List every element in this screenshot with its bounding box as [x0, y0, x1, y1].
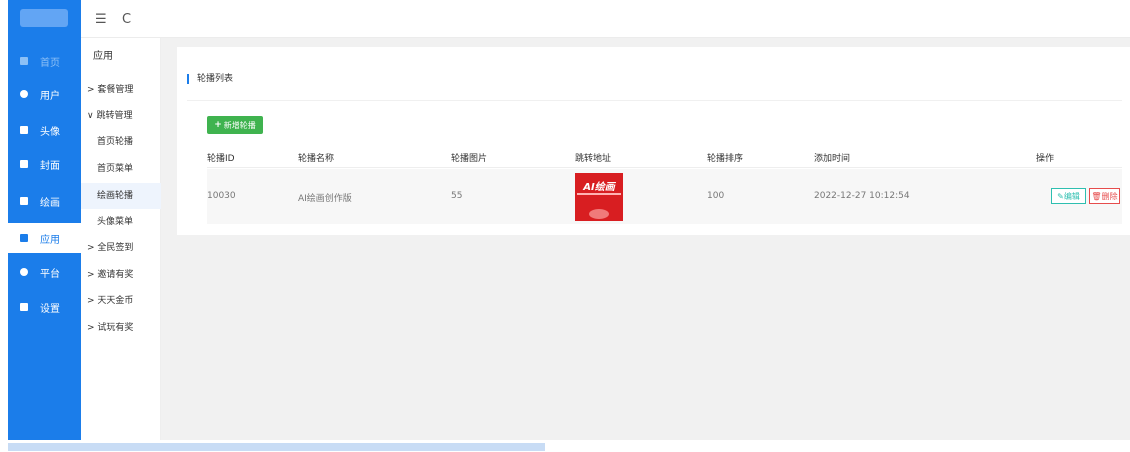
sidebar-item-apps[interactable]: 应用 — [8, 223, 81, 253]
paint-icon — [20, 197, 28, 205]
cell-image: 55 — [451, 191, 463, 201]
column-header-image: 轮播图片 — [451, 154, 488, 164]
trash-icon: 🗑 — [1091, 191, 1102, 201]
settings-icon — [20, 303, 28, 311]
delete-button[interactable]: 🗑 删除 — [1089, 188, 1120, 204]
sidebar-item-settings[interactable]: 设置 — [8, 292, 81, 322]
cover-icon — [20, 160, 28, 168]
cell-name: AI绘画创作版 — [298, 194, 352, 204]
sidebar-item-label: 平台 — [40, 268, 60, 280]
panel-title: 轮播列表 — [187, 74, 233, 84]
app-icon — [20, 234, 28, 242]
add-carousel-button[interactable]: + 新增轮播 — [207, 116, 263, 134]
cell-id: 10030 — [207, 191, 236, 201]
submenu-item-trial[interactable]: > 试玩有奖 — [81, 315, 161, 341]
submenu-item-coins[interactable]: > 天天金币 — [81, 288, 161, 314]
sidebar-item-label: 应用 — [40, 234, 60, 246]
sidebar-item-users[interactable]: 用户 — [8, 79, 81, 109]
column-header-name: 轮播名称 — [298, 154, 335, 164]
column-header-link: 跳转地址 — [575, 154, 612, 164]
column-header-id: 轮播ID — [207, 154, 235, 164]
sidebar-item-label: 设置 — [40, 303, 60, 315]
sidebar-item-label: 用户 — [40, 90, 60, 102]
add-carousel-label: 新增轮播 — [223, 120, 256, 130]
submenu-item-paint-carousel[interactable]: 绘画轮播 — [81, 183, 161, 209]
cell-time: 2022-12-27 10:12:54 — [814, 191, 910, 201]
column-header-time: 添加时间 — [814, 154, 851, 164]
sidebar-item-label: 头像 — [40, 126, 60, 138]
carousel-panel: 轮播列表 + 新增轮播 轮播ID 轮播名称 轮播图片 跳转地址 轮播排序 添加时… — [177, 47, 1130, 235]
submenu-item-avatar-menu[interactable]: 头像菜单 — [81, 209, 161, 235]
sidebar-item-avatar[interactable]: 头像 — [8, 115, 81, 145]
sidebar-item-paint[interactable]: 绘画 — [8, 186, 81, 216]
top-header: ☰ C — [81, 0, 1130, 38]
submenu-item-redirect[interactable]: ∨ 跳转管理 — [81, 103, 161, 129]
column-header-sort: 轮播排序 — [707, 154, 744, 164]
content-area: 轮播列表 + 新增轮播 轮播ID 轮播名称 轮播图片 跳转地址 轮播排序 添加时… — [161, 38, 1130, 440]
submenu-item-checkin[interactable]: > 全民签到 — [81, 235, 161, 261]
sidebar-item-platform[interactable]: 平台 — [8, 257, 81, 287]
sidebar-item-label: 绘画 — [40, 197, 60, 209]
edit-label: 编辑 — [1063, 191, 1080, 201]
submenu-title: 应用 — [93, 51, 113, 62]
app-logo — [20, 9, 68, 27]
submenu-item-home-menu[interactable]: 首页菜单 — [81, 156, 161, 182]
dashboard-icon — [20, 57, 28, 65]
sidebar-item-label: 首页 — [40, 57, 60, 69]
submenu-item-invite[interactable]: > 邀请有奖 — [81, 262, 161, 288]
table-row: 10030 AI绘画创作版 55 AI绘画 100 2022-12-27 10:… — [207, 169, 1122, 224]
main-sidebar: 首页 用户 头像 封面 绘画 应用 平台 设置 — [8, 0, 81, 440]
sub-menu: 应用 > 套餐管理 ∨ 跳转管理 首页轮播 首页菜单 绘画轮播 头像菜单 > 全… — [81, 38, 161, 440]
plus-icon: + — [214, 120, 222, 130]
submenu-item-packages[interactable]: > 套餐管理 — [81, 77, 161, 103]
user-icon — [20, 90, 28, 98]
submenu-item-home-carousel[interactable]: 首页轮播 — [81, 129, 161, 155]
sidebar-item-home[interactable]: 首页 — [8, 46, 81, 76]
table-header: 轮播ID 轮播名称 轮播图片 跳转地址 轮播排序 添加时间 操作 — [207, 144, 1122, 168]
platform-icon — [20, 268, 28, 276]
sidebar-item-cover[interactable]: 封面 — [8, 149, 81, 179]
panel-divider — [187, 100, 1122, 101]
thumbnail-subtitle-line — [577, 193, 621, 195]
delete-label: 删除 — [1101, 191, 1118, 201]
horizontal-scrollbar[interactable] — [8, 443, 545, 451]
avatar-icon — [20, 126, 28, 134]
edit-button[interactable]: ✎ 编辑 — [1051, 188, 1086, 204]
refresh-icon[interactable]: C — [122, 12, 131, 27]
thumbnail-glow — [589, 209, 609, 219]
sidebar-item-label: 封面 — [40, 160, 60, 172]
carousel-thumbnail[interactable]: AI绘画 — [575, 173, 623, 221]
menu-toggle-icon[interactable]: ☰ — [95, 12, 107, 27]
thumbnail-title: AI绘画 — [583, 182, 615, 193]
cell-sort: 100 — [707, 191, 725, 201]
pencil-icon: ✎ — [1057, 191, 1064, 201]
column-header-action: 操作 — [1036, 154, 1055, 164]
